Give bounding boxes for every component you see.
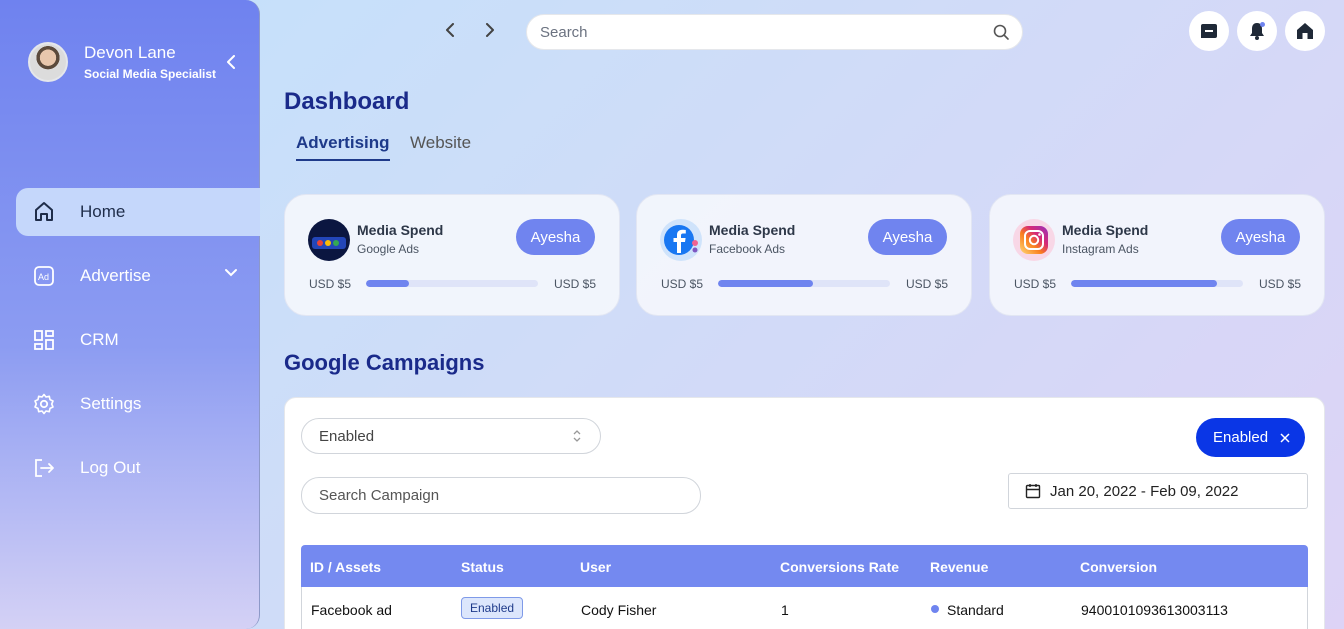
column-header[interactable]: User [580,559,611,575]
column-header[interactable]: Conversion [1080,559,1157,575]
table-header: ID / Assets Status User Conversions Rate… [301,545,1308,587]
facebook-logo [660,219,702,261]
sidebar-item-settings[interactable]: Settings [16,380,260,428]
profile: Devon Lane Social Media Specialist [28,42,216,82]
chevron-left-icon [227,55,235,69]
sidebar-item-logout[interactable]: Log Out [16,444,260,492]
profile-text: Devon Lane Social Media Specialist [84,43,216,81]
cell-conversion: 9400101093613003113 [1081,602,1228,618]
notifications-button[interactable] [1237,11,1277,51]
campaign-search [301,477,701,514]
bell-icon [1250,22,1265,40]
spend-min: USD $5 [1014,277,1057,291]
filter-chip-label: Enabled [1213,429,1269,446]
logout-icon [32,456,56,480]
chevron-down-icon [225,269,237,277]
enabled-filter-chip[interactable]: Enabled [1196,418,1305,457]
date-range-value: Jan 20, 2022 - Feb 09, 2022 [1050,482,1239,500]
search-input[interactable] [527,23,992,41]
spend-max: USD $5 [905,277,948,291]
svg-text:Ad: Ad [38,272,49,282]
progress-fill [1071,280,1218,287]
home-button[interactable] [1285,11,1325,51]
table-row[interactable]: Facebook ad Enabled Cody Fisher 1 Standa… [301,587,1308,629]
gear-icon [32,392,56,416]
spend-max: USD $5 [1258,277,1301,291]
search-bar [526,14,1023,50]
sidebar-item-home[interactable]: Home [16,188,260,236]
campaigns-panel: Enabled Enabled Jan 20, 2022 - Feb 09, 2… [284,397,1325,629]
revenue-dot-icon [931,605,939,613]
back-button[interactable] [440,20,460,40]
ad-icon: Ad [32,264,56,288]
home-icon [1297,23,1313,39]
cell-user: Cody Fisher [581,602,657,618]
column-header[interactable]: Status [461,559,504,575]
sidebar-item-advertise[interactable]: Ad Advertise [16,252,260,300]
assignee-button[interactable]: Ayesha [868,219,947,255]
sidebar-item-label: Settings [80,394,142,413]
progress-fill [366,280,409,287]
spend-progress-bar [1071,280,1243,287]
section-title: Google Campaigns [284,350,485,375]
chevron-updown-icon [573,430,581,442]
chat-icon [1201,24,1217,38]
media-spend-card-google: Media Spend Google Ads Ayesha USD $5 USD… [284,194,620,316]
assignee-button[interactable]: Ayesha [516,219,595,255]
spend-progress-bar [366,280,538,287]
cell-rate: 1 [781,602,789,618]
instagram-logo [1013,219,1055,261]
campaigns-table: ID / Assets Status User Conversions Rate… [301,545,1308,629]
tab-website[interactable]: Website [410,133,471,153]
sidebar-item-label: Advertise [80,266,151,285]
card-subtitle: Instagram Ads [1062,242,1139,256]
sidebar-item-label: Home [80,202,126,221]
sidebar: Devon Lane Social Media Specialist Home … [0,0,260,629]
card-subtitle: Google Ads [357,242,420,256]
profile-role: Social Media Specialist [84,67,217,81]
media-spend-card-instagram: Media Spend Instagram Ads Ayesha USD $5 … [989,194,1325,316]
column-header[interactable]: Conversions Rate [780,559,899,575]
profile-name: Devon Lane [84,43,176,62]
spend-max: USD $5 [553,277,596,291]
campaign-search-input[interactable] [302,487,700,504]
chevron-right-icon [486,23,494,37]
close-icon[interactable] [1280,432,1290,443]
media-spend-card-facebook: Media Spend Facebook Ads Ayesha USD $5 U… [636,194,972,316]
progress-fill [718,280,813,287]
calendar-icon [1025,484,1041,499]
home-icon [32,200,56,224]
card-title: Media Spend [709,222,796,238]
google-ads-logo [308,219,350,261]
sidebar-item-label: CRM [80,330,119,349]
card-title: Media Spend [357,222,444,238]
collapse-sidebar-button[interactable] [222,53,240,71]
spend-min: USD $5 [309,277,352,291]
status-select[interactable]: Enabled [301,418,601,454]
spend-progress-bar [718,280,890,287]
status-badge: Enabled [461,597,524,619]
tab-advertising[interactable]: Advertising [296,133,390,161]
card-title: Media Spend [1062,222,1149,238]
avatar [28,42,68,82]
sidebar-item-crm[interactable]: CRM [16,316,260,364]
status-select-value: Enabled [319,427,375,445]
card-subtitle: Facebook Ads [709,242,786,256]
search-icon[interactable] [992,23,1010,41]
chevron-left-icon [446,23,454,37]
spend-min: USD $5 [661,277,704,291]
chat-button[interactable] [1189,11,1229,51]
page-title: Dashboard [284,88,410,115]
assignee-button[interactable]: Ayesha [1221,219,1300,255]
sidebar-item-label: Log Out [80,458,141,477]
cell-asset: Facebook ad [311,602,392,618]
forward-button[interactable] [480,20,500,40]
cell-revenue: Standard [947,602,1004,618]
date-range-picker[interactable]: Jan 20, 2022 - Feb 09, 2022 [1008,473,1308,509]
column-header[interactable]: ID / Assets [310,559,381,575]
grid-icon [32,328,56,352]
column-header[interactable]: Revenue [930,559,988,575]
